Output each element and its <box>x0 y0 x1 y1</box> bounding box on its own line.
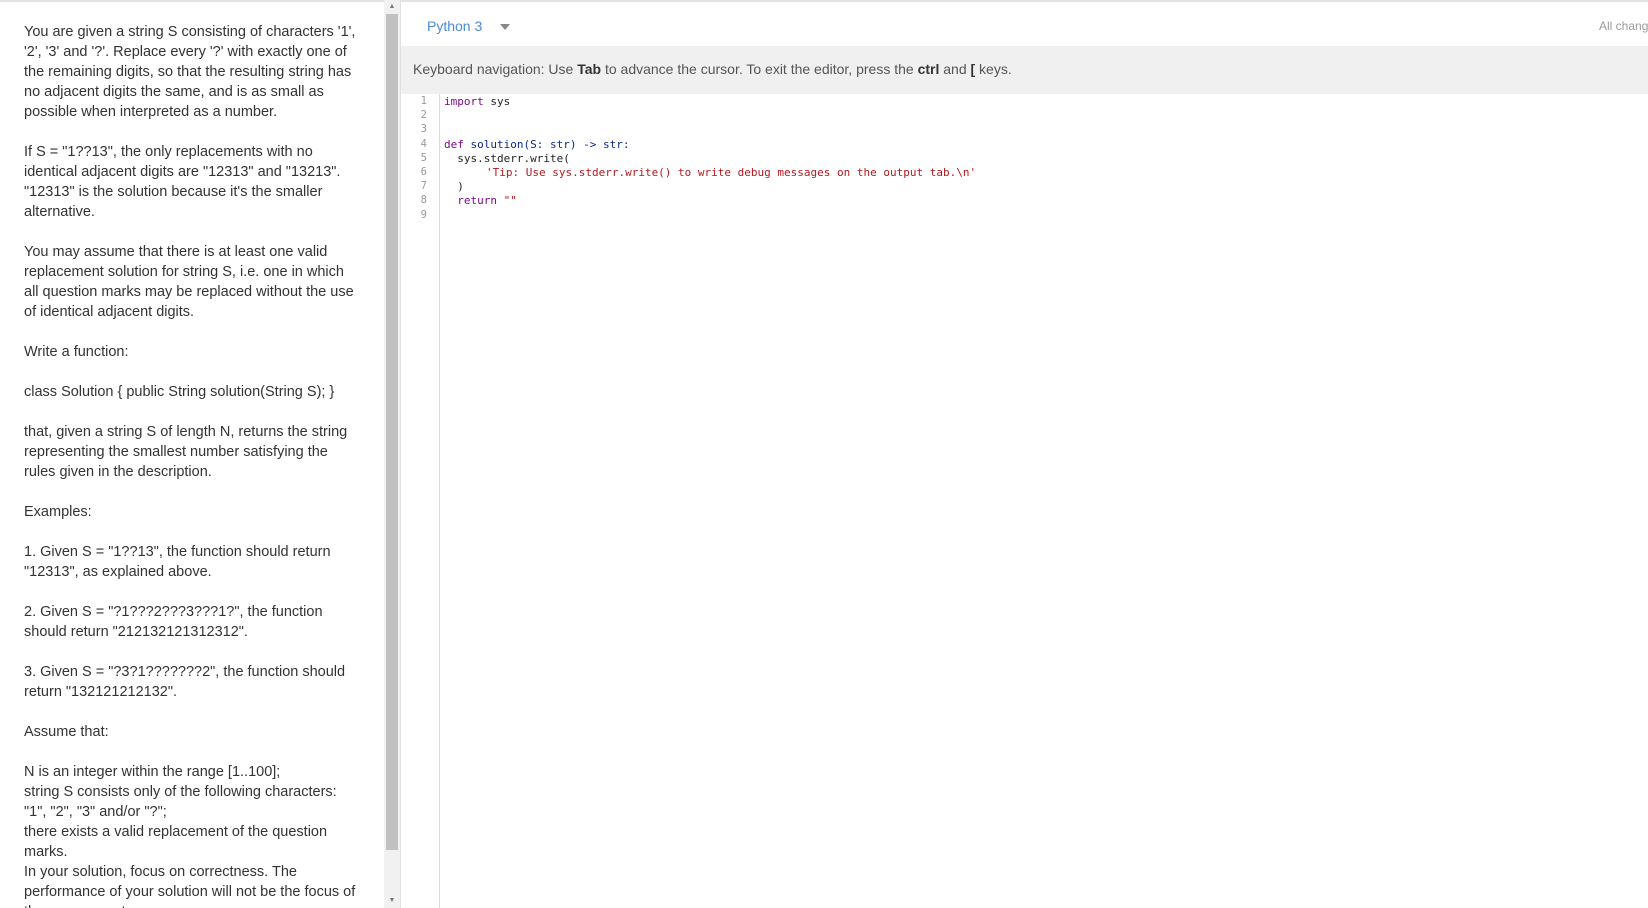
code-line[interactable]: sys.stderr.write( <box>444 151 570 166</box>
desc-paragraph: You may assume that there is at least on… <box>24 244 354 320</box>
keyword-token: def <box>444 138 464 151</box>
desc-paragraph: Examples: <box>24 504 92 520</box>
problem-description-panel: You are given a string S consisting of c… <box>0 2 384 908</box>
line-number: 2 <box>420 109 427 121</box>
line-number: 4 <box>420 138 427 150</box>
desc-paragraph: that, given a string S of length N, retu… <box>24 424 348 480</box>
code-line[interactable]: ) <box>444 179 464 194</box>
keyword-token: return <box>444 194 497 207</box>
keyword-token: import <box>444 95 484 108</box>
code-line[interactable]: def solution(S: str) -> str: <box>444 137 629 152</box>
string-token: 'Tip: Use sys.stderr.write() to write de… <box>486 166 977 179</box>
tab-key-label: Tab <box>577 61 602 77</box>
code-token: (S: str) -> str: <box>523 138 630 151</box>
chevron-down-icon <box>500 24 511 30</box>
scrollbar-thumb[interactable] <box>386 14 398 850</box>
code-line[interactable]: return "" <box>444 193 517 208</box>
desc-paragraph: 2. Given S = "?1???2???3???1?", the func… <box>24 604 323 640</box>
keyboard-navigation-text: Keyboard navigation: Use Tab to advance … <box>413 61 1012 77</box>
code-editor[interactable]: 1 2 3 4 5 6 7 8 9 import sys def solutio… <box>401 94 1648 908</box>
problem-description: You are given a string S consisting of c… <box>24 22 362 908</box>
line-number: 3 <box>420 123 427 135</box>
line-number: 5 <box>420 152 427 164</box>
scroll-up-arrow-icon[interactable]: ▲ <box>384 0 400 14</box>
desc-paragraph: 3. Given S = "?3?1???????2", the functio… <box>24 664 346 700</box>
function-name-token: solution <box>463 138 524 151</box>
scroll-down-arrow-icon[interactable]: ▼ <box>384 894 400 908</box>
desc-paragraph: Assume that: <box>24 724 109 740</box>
line-number: 1 <box>420 95 427 107</box>
ctrl-key-label: ctrl <box>917 61 940 77</box>
assumption-item: N is an integer within the range [1..100… <box>24 764 281 780</box>
language-label: Python 3 <box>427 18 483 34</box>
desc-closing: In your solution, focus on correctness. … <box>24 864 356 908</box>
code-line[interactable]: import sys <box>444 94 510 109</box>
kbd-text-part: to advance the cursor. To exit the edito… <box>601 61 918 77</box>
language-select[interactable]: Python 3 <box>427 16 511 36</box>
editor-toolbar: Python 3 All changes saved <box>401 2 1648 46</box>
assumption-item: there exists a valid replacement of the … <box>24 824 328 860</box>
kbd-text-part: Keyboard navigation: Use <box>413 61 578 77</box>
save-status: All changes saved <box>1599 19 1648 33</box>
code-token: sys <box>483 95 511 108</box>
desc-paragraph: If S = "1??13", the only replacements wi… <box>24 144 341 220</box>
kbd-text-part: keys. <box>975 61 1012 77</box>
code-line[interactable]: 'Tip: Use sys.stderr.write() to write de… <box>486 165 976 180</box>
kbd-text-part: and <box>939 61 971 77</box>
line-number-gutter: 1 2 3 4 5 6 7 8 9 <box>401 94 440 908</box>
desc-paragraph: 1. Given S = "1??13", the function shoul… <box>24 544 331 580</box>
desc-paragraph: Write a function: <box>24 344 129 360</box>
line-number: 9 <box>420 209 427 221</box>
desc-paragraph: class Solution { public String solution(… <box>24 384 335 400</box>
assumption-item: string S consists only of the following … <box>24 784 337 820</box>
keyboard-navigation-bar: Keyboard navigation: Use Tab to advance … <box>401 46 1648 94</box>
line-number: 8 <box>420 194 427 206</box>
description-scrollbar[interactable]: ▲ ▼ <box>384 0 400 908</box>
string-token: "" <box>496 194 517 207</box>
line-number: 6 <box>420 166 427 178</box>
line-number: 7 <box>420 180 427 192</box>
desc-paragraph: You are given a string S consisting of c… <box>24 24 356 120</box>
